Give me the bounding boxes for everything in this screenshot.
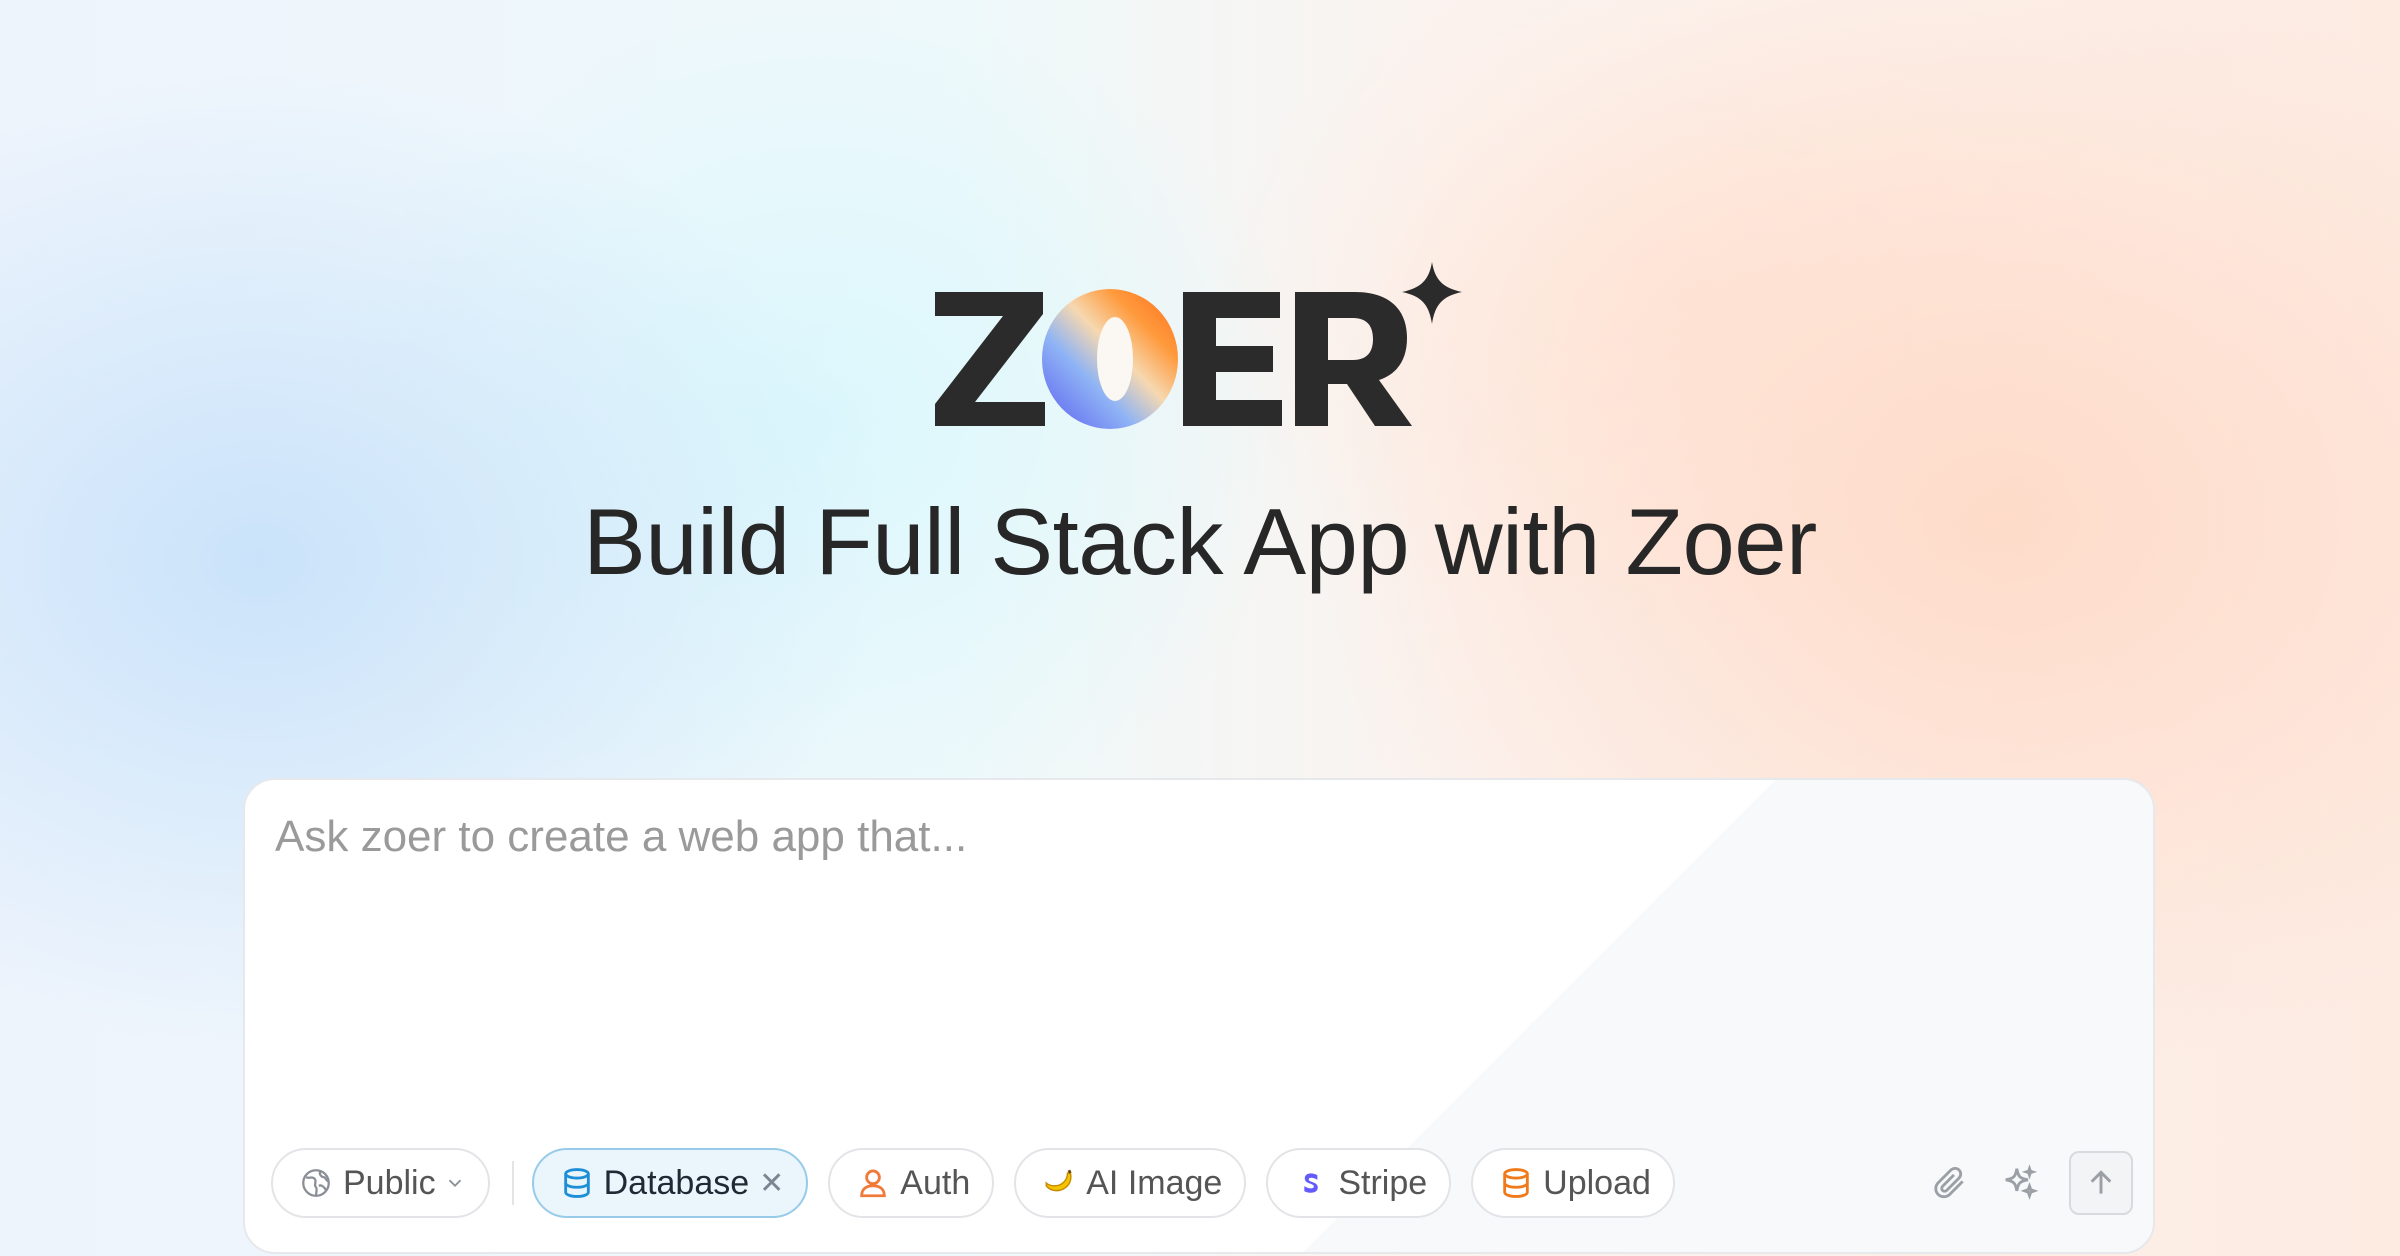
stripe-chip-label: Stripe: [1338, 1163, 1428, 1202]
upload-chip-label: Upload: [1543, 1163, 1651, 1202]
database-chip[interactable]: Database ✕: [531, 1148, 809, 1218]
sparkle-icon: [2005, 1164, 2039, 1200]
visibility-label: Public: [343, 1163, 436, 1202]
arrow-up-icon: [2090, 1170, 2112, 1194]
user-icon: [856, 1166, 890, 1200]
stripe-icon: [1294, 1166, 1328, 1200]
toolbar-divider: [511, 1161, 514, 1205]
database-chip-label: Database: [603, 1163, 750, 1202]
send-button[interactable]: [2069, 1151, 2133, 1215]
ai-image-chip-label: AI Image: [1086, 1163, 1223, 1202]
prompt-actions: [1907, 1146, 2133, 1220]
stack-icon: [1499, 1166, 1533, 1200]
database-icon: [560, 1166, 594, 1200]
visibility-dropdown[interactable]: Public: [271, 1148, 490, 1218]
ai-image-chip[interactable]: AI Image: [1014, 1148, 1247, 1218]
stripe-chip[interactable]: Stripe: [1266, 1148, 1452, 1218]
enhance-prompt-button[interactable]: [1993, 1156, 2047, 1210]
chevron-down-icon: [444, 1172, 466, 1194]
page-headline: Build Full Stack App with Zoer: [583, 489, 1817, 594]
prompt-input[interactable]: [273, 810, 2117, 1114]
auth-chip-label: Auth: [900, 1163, 971, 1202]
banana-icon: [1042, 1166, 1076, 1200]
attach-button[interactable]: [1923, 1156, 1977, 1210]
auth-chip[interactable]: Auth: [828, 1148, 995, 1218]
globe-icon: [299, 1166, 333, 1200]
prompt-card: Public Database ✕: [243, 778, 2155, 1254]
prompt-toolbar: Public Database ✕ Auth AI Image Stripe U…: [271, 1146, 1695, 1220]
close-icon[interactable]: ✕: [759, 1166, 784, 1201]
zoer-logo: [935, 262, 1465, 432]
paperclip-icon: [1934, 1166, 1964, 1199]
upload-chip[interactable]: Upload: [1471, 1148, 1675, 1218]
